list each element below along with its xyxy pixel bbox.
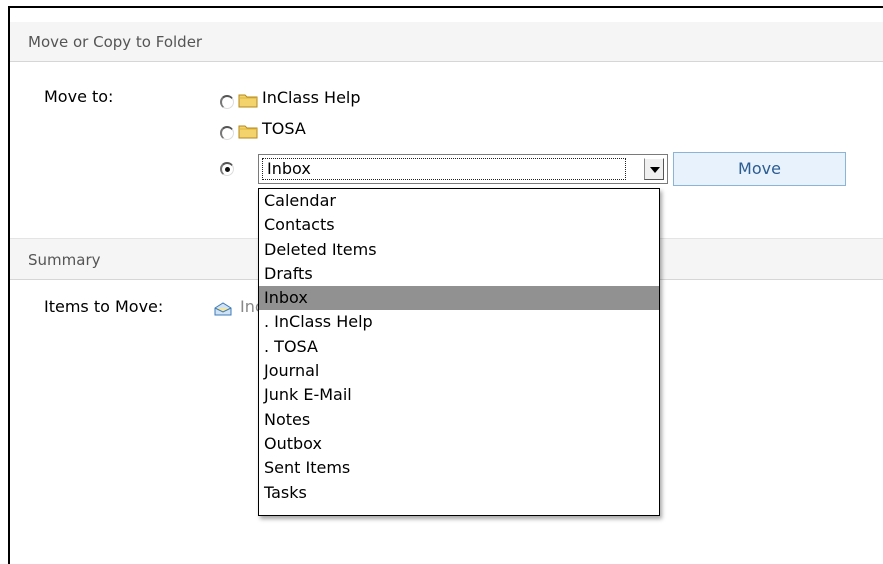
section-header-move-copy: Move or Copy to Folder: [10, 22, 883, 62]
dropdown-item-inclass-help[interactable]: . InClass Help: [259, 310, 659, 334]
dropdown-item-deleted-items[interactable]: Deleted Items: [259, 238, 659, 262]
dropdown-item-journal[interactable]: Journal: [259, 359, 659, 383]
radio-tosa[interactable]: [220, 126, 234, 140]
dropdown-item-drafts[interactable]: Drafts: [259, 262, 659, 286]
mail-icon: [214, 302, 232, 316]
dropdown-item-tosa[interactable]: . TOSA: [259, 335, 659, 359]
dropdown-item-inbox[interactable]: Inbox: [259, 286, 659, 311]
radio-select-folder[interactable]: [220, 162, 234, 176]
move-to-label: Move to:: [44, 87, 114, 106]
option-label-inclass-help[interactable]: InClass Help: [262, 88, 361, 107]
radio-inclass-help[interactable]: [220, 95, 234, 109]
folder-dropdown-list[interactable]: Calendar Contacts Deleted Items Drafts I…: [258, 188, 660, 516]
dropdown-item-calendar[interactable]: Calendar: [259, 189, 659, 213]
items-to-move-label: Items to Move:: [44, 297, 164, 316]
dropdown-item-junk-email[interactable]: Junk E-Mail: [259, 383, 659, 407]
option-label-tosa[interactable]: TOSA: [262, 119, 306, 138]
dropdown-item-outbox[interactable]: Outbox: [259, 432, 659, 456]
chevron-down-icon[interactable]: [644, 158, 664, 180]
dropdown-item-tasks[interactable]: Tasks: [259, 481, 659, 505]
dropdown-item-sent-items[interactable]: Sent Items: [259, 456, 659, 480]
dropdown-item-notes[interactable]: Notes: [259, 408, 659, 432]
folder-select[interactable]: Inbox: [258, 154, 668, 184]
folder-select-value[interactable]: Inbox: [262, 158, 626, 180]
folder-icon: [238, 125, 258, 139]
move-button[interactable]: Move: [673, 152, 846, 186]
dropdown-item-contacts[interactable]: Contacts: [259, 213, 659, 237]
folder-icon: [238, 94, 258, 108]
